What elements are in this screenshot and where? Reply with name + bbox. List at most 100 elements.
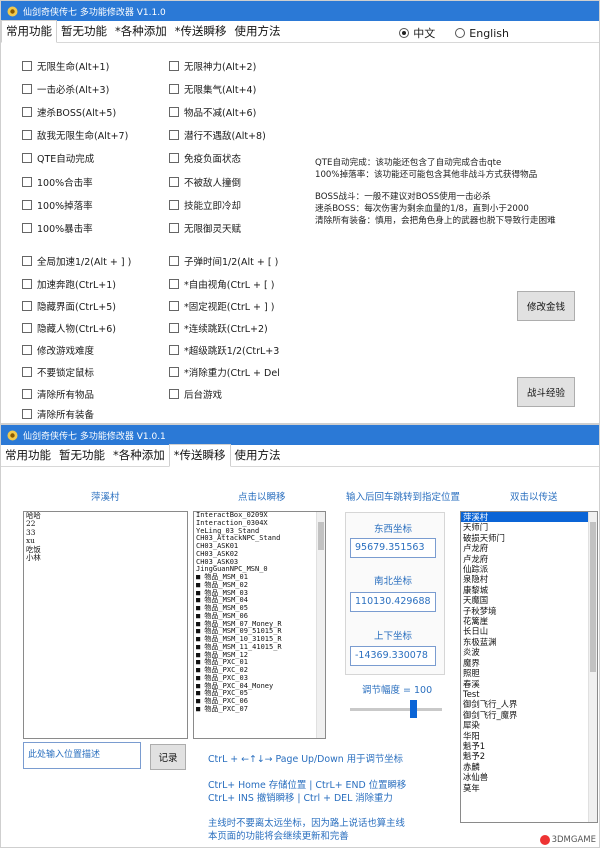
list-item[interactable]: 吃饭 <box>24 545 187 554</box>
list-item[interactable]: 哈哈 <box>24 512 187 520</box>
cheat-infinite-qi[interactable]: 无限集气(Alt+4) <box>169 82 256 96</box>
list-item[interactable]: ■ 物品_PXC_07 <box>194 705 325 714</box>
list-item[interactable]: 东极蓝渊 <box>461 637 597 647</box>
tab-none[interactable]: 暂无功能 <box>57 23 111 42</box>
scroll-thumb[interactable] <box>590 522 596 672</box>
checkbox[interactable] <box>169 389 179 399</box>
cheat-background-game[interactable]: 后台游戏 <box>169 387 222 401</box>
checkbox[interactable] <box>169 153 179 163</box>
cheat-all-infinite-hp[interactable]: 敌我无限生命(Alt+7) <box>22 128 128 142</box>
checkbox[interactable] <box>22 61 32 71</box>
tab-common[interactable]: 常用功能 <box>1 447 55 466</box>
cheat-difficulty[interactable]: 修改游戏难度 <box>22 343 94 357</box>
list-item[interactable]: 长日山 <box>461 626 597 636</box>
position-description-input[interactable]: 此处输入位置描述 <box>23 742 141 769</box>
list-item[interactable]: 御剑飞行_魔界 <box>461 710 597 720</box>
cheat-crit-rate[interactable]: 100%暴击率 <box>22 221 93 235</box>
tab-usage[interactable]: 使用方法 <box>231 447 285 466</box>
checkbox[interactable] <box>169 367 179 377</box>
lang-english-option[interactable]: English <box>455 25 509 41</box>
radio-english[interactable] <box>455 28 466 38</box>
location-list-scrollbar[interactable] <box>588 512 597 822</box>
cheat-combo-rate[interactable]: 100%合击率 <box>22 175 93 189</box>
checkbox[interactable] <box>22 323 32 333</box>
cheat-fixed-view[interactable]: *固定视距(CtrL + ] ) <box>169 299 274 313</box>
east-west-input[interactable]: 95679.351563 <box>350 538 436 558</box>
checkbox[interactable] <box>22 279 32 289</box>
cheat-hide-character[interactable]: 隐藏人物(CtrL+6) <box>22 321 116 335</box>
location-list[interactable]: 萍溪村 天师门 破损天师门 卢龙府 卢龙府 仙踪派 泉隐村 康黎城 天魔国 子秋… <box>460 511 598 823</box>
checkbox[interactable] <box>22 345 32 355</box>
checkbox[interactable] <box>22 367 32 377</box>
list-item[interactable]: 魁予2 <box>461 751 597 761</box>
list-item[interactable]: 卢龙府 <box>461 543 597 553</box>
cheat-drop-rate[interactable]: 100%掉落率 <box>22 198 93 212</box>
checkbox[interactable] <box>169 177 179 187</box>
checkbox[interactable] <box>22 107 32 117</box>
lang-chinese-option[interactable]: 中文 <box>399 25 435 41</box>
list-item[interactable]: 华阳 <box>461 731 597 741</box>
cheat-hide-ui[interactable]: 隐藏界面(CtrL+5) <box>22 299 116 313</box>
checkbox[interactable] <box>169 323 179 333</box>
list-item[interactable]: 冰仙兽 <box>461 772 597 782</box>
cheat-infinite-talent[interactable]: 无限御灵天赋 <box>169 221 241 235</box>
list-item[interactable]: 犀染 <box>461 720 597 730</box>
checkbox[interactable] <box>22 200 32 210</box>
cheat-free-camera[interactable]: *自由视角(CtrL + [ ) <box>169 277 274 291</box>
list-item[interactable]: 天师门 <box>461 522 597 532</box>
checkbox[interactable] <box>169 107 179 117</box>
step-slider-track[interactable] <box>350 708 442 711</box>
npc-teleport-list[interactable]: InteractBox_0209X Interaction_0304X YeLi… <box>193 511 326 739</box>
cheat-fast-kill-boss[interactable]: 速杀BOSS(Alt+5) <box>22 105 116 119</box>
cheat-bullet-time[interactable]: 子弹时间1/2(Alt + [ ) <box>169 254 278 268</box>
tab-teleport[interactable]: *传送瞬移 <box>168 444 231 467</box>
cheat-stealth[interactable]: 潜行不遇敌(Alt+8) <box>169 128 266 142</box>
list-item[interactable]: 魔界 <box>461 658 597 668</box>
list-item[interactable]: 22 <box>24 519 187 528</box>
checkbox[interactable] <box>169 61 179 71</box>
cheat-clear-items[interactable]: 清除所有物品 <box>22 387 94 401</box>
list-item[interactable]: 魁予1 <box>461 741 597 751</box>
list-item[interactable]: 御剑飞行_人界 <box>461 699 597 709</box>
list-item[interactable]: 仙踪派 <box>461 564 597 574</box>
list-item[interactable]: 春溪 <box>461 679 597 689</box>
list-item[interactable]: 炎波 <box>461 647 597 657</box>
cheat-multi-jump[interactable]: *连续跳跃(CtrL+2) <box>169 321 268 335</box>
list-item[interactable]: 破损天师门 <box>461 533 597 543</box>
list-item-selected[interactable]: 萍溪村 <box>461 512 597 523</box>
list-item[interactable]: xu <box>24 536 187 545</box>
checkbox[interactable] <box>22 177 32 187</box>
cheat-no-gravity[interactable]: *消除重力(CtrL + Del <box>169 365 280 379</box>
cheat-global-speed[interactable]: 全局加速1/2(Alt + ] ) <box>22 254 131 268</box>
checkbox[interactable] <box>22 409 32 419</box>
list-item[interactable]: 赤麟 <box>461 762 597 772</box>
saved-positions-list[interactable]: 哈哈 22 33 xu 吃饭 小林 <box>23 511 188 739</box>
tab-add[interactable]: *各种添加 <box>111 23 171 42</box>
cheat-items-no-decrease[interactable]: 物品不减(Alt+6) <box>169 105 256 119</box>
checkbox[interactable] <box>22 153 32 163</box>
checkbox[interactable] <box>169 279 179 289</box>
cheat-super-jump[interactable]: *超级跳跃1/2(CtrL+3 <box>169 343 279 357</box>
checkbox[interactable] <box>169 84 179 94</box>
checkbox[interactable] <box>169 223 179 233</box>
checkbox[interactable] <box>22 389 32 399</box>
up-down-input[interactable]: -14369.330078 <box>350 646 436 666</box>
cheat-clear-equipment[interactable]: 清除所有装备 <box>22 407 94 421</box>
checkbox[interactable] <box>22 223 32 233</box>
modify-money-button[interactable]: 修改金钱 <box>517 291 575 321</box>
cheat-one-hit-kill[interactable]: 一击必杀(Alt+3) <box>22 82 109 96</box>
battle-exp-button[interactable]: 战斗经验 <box>517 377 575 407</box>
cheat-immune-debuff[interactable]: 免疫负面状态 <box>169 151 241 165</box>
checkbox[interactable] <box>169 256 179 266</box>
record-button[interactable]: 记录 <box>150 744 186 770</box>
scroll-thumb[interactable] <box>318 522 324 550</box>
cheat-infinite-hp[interactable]: 无限生命(Alt+1) <box>22 59 109 73</box>
checkbox[interactable] <box>22 130 32 140</box>
checkbox[interactable] <box>22 256 32 266</box>
list-item[interactable]: 花篱崖 <box>461 616 597 626</box>
checkbox[interactable] <box>169 301 179 311</box>
cheat-qte-auto[interactable]: QTE自动完成 <box>22 151 94 165</box>
tab-common[interactable]: 常用功能 <box>1 20 57 43</box>
cheat-infinite-power[interactable]: 无限神力(Alt+2) <box>169 59 256 73</box>
list-item[interactable]: 莫年 <box>461 783 597 793</box>
